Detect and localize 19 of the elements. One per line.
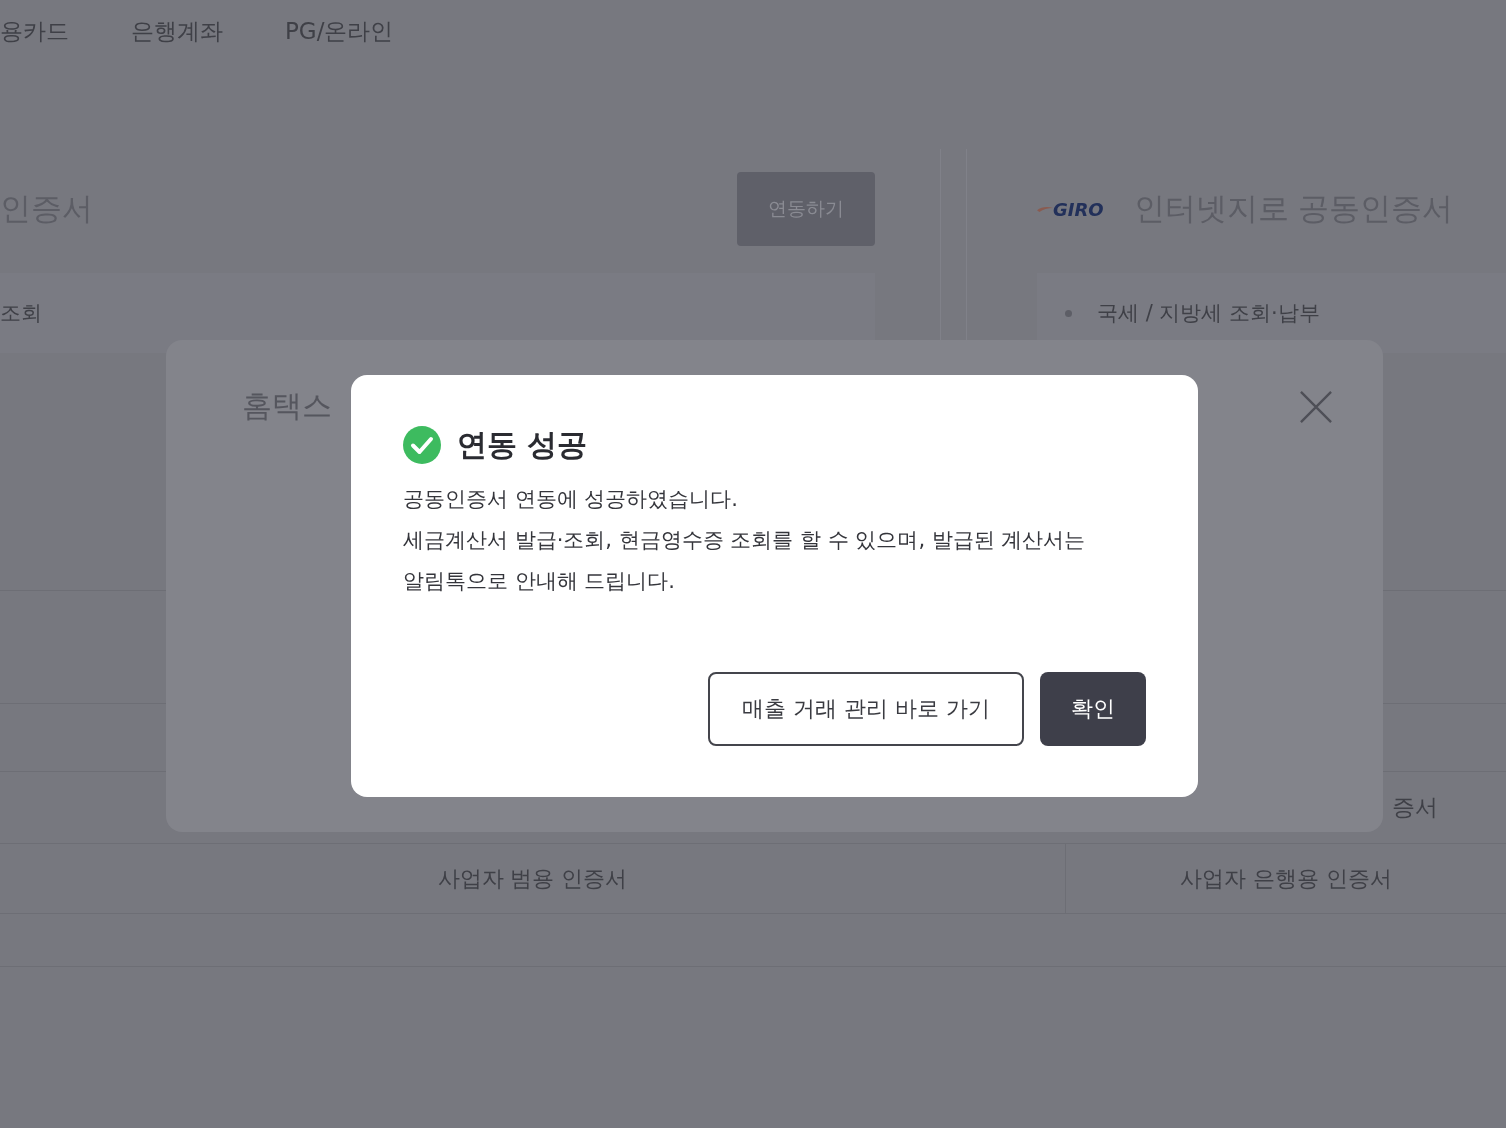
swoosh-icon xyxy=(1037,204,1053,214)
dialog-title: 연동 성공 xyxy=(457,425,588,464)
list-item: 조회 xyxy=(0,300,42,327)
message-text: 공동인증서 연동에 성공하였습니다. xyxy=(403,486,740,513)
list-item: 국세 / 지방세 조회·납부 xyxy=(1097,300,1320,327)
tab[interactable]: 용카드 xyxy=(0,16,69,56)
certificate-type: 사업자 범용 인증서 xyxy=(0,844,1066,913)
shortcut-button[interactable]: 매출 거래 관리 바로 가기 xyxy=(708,672,1024,746)
confirm-button[interactable]: 확인 xyxy=(1040,672,1146,746)
certificate-type: 사업자 은행용 인증서 xyxy=(1179,864,1393,893)
message-text: 세금계산서 발급·조회, 현금영수증 조회를 할 수 있으며, 발급된 계산서는 xyxy=(403,527,1087,554)
tab[interactable]: 은행계좌 xyxy=(131,16,223,56)
logo: GIRO xyxy=(1037,198,1104,220)
message-text: 알림톡으로 안내해 드립니다. xyxy=(403,568,677,595)
tab[interactable]: PG/온라인 xyxy=(285,16,394,56)
close-icon[interactable] xyxy=(1300,391,1332,423)
row-text: 증서 xyxy=(1392,793,1438,822)
bullet-icon xyxy=(1065,309,1072,317)
check-circle-icon xyxy=(403,426,441,464)
